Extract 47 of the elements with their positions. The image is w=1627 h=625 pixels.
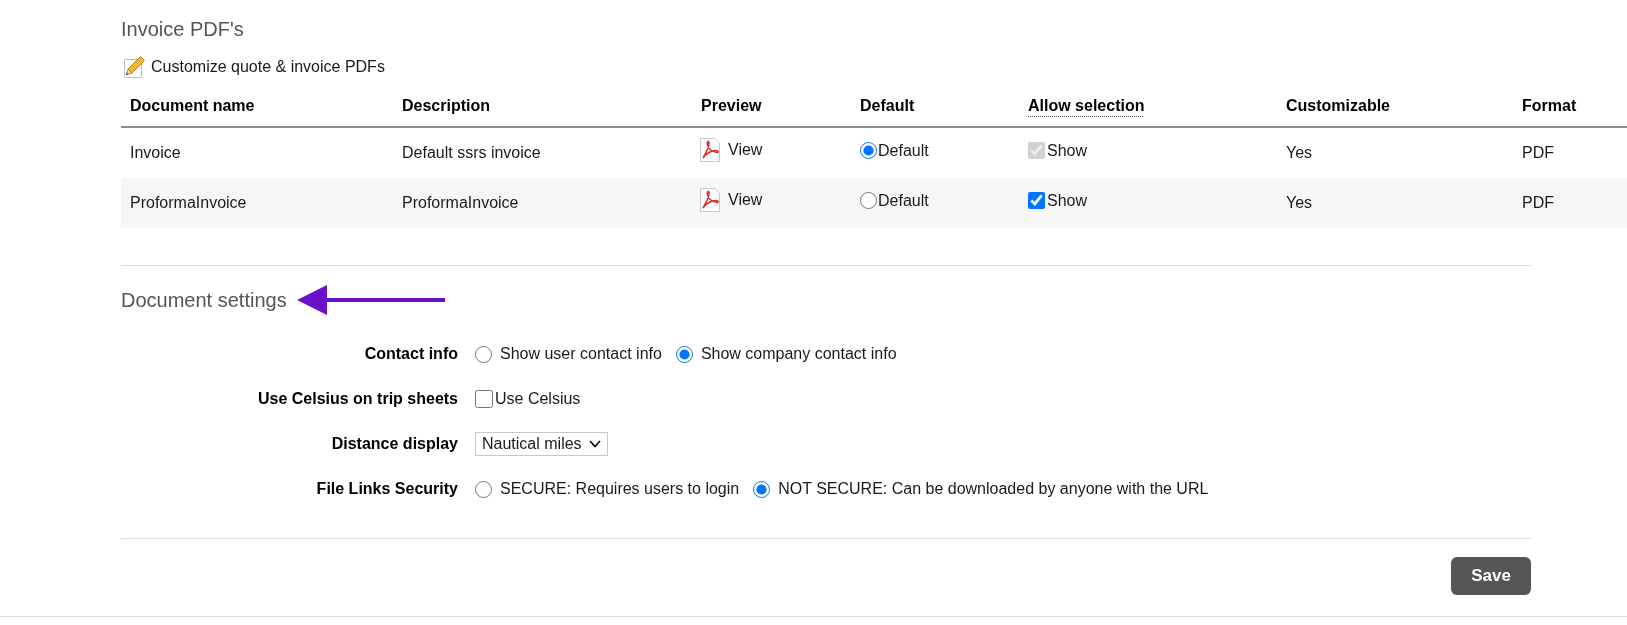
setting-label: File Links Security (315, 479, 458, 499)
pencil-icon (124, 56, 145, 78)
distance-select[interactable]: Nautical miles (475, 432, 608, 456)
section-title: Document settings (121, 288, 287, 312)
setting-label: Use Celsius on trip sheets (256, 389, 458, 409)
table-cell: Default ssrs invoice (393, 127, 692, 178)
radio-button[interactable] (675, 345, 693, 363)
column-header: Document name (121, 88, 393, 127)
column-header: Preview (692, 88, 851, 127)
show-checkbox[interactable] (1028, 192, 1045, 210)
setting-label: Contact info (363, 344, 458, 364)
table-cell: PDF (1513, 178, 1627, 228)
radio-button[interactable] (475, 480, 492, 498)
view-link[interactable]: View (728, 190, 763, 210)
column-header: Allow selection (1019, 88, 1277, 127)
section-title: Invoice PDF's (121, 17, 245, 41)
checkbox-label: Use Celsius (495, 390, 581, 408)
table-cell: ProformaInvoice (393, 178, 692, 228)
customize-pdfs-link[interactable]: Customize quote & invoice PDFs (124, 55, 385, 79)
default-radio[interactable] (860, 192, 877, 210)
pdf-file-icon (699, 188, 721, 212)
column-header: Customizable (1277, 88, 1513, 127)
chevron-down-icon (588, 440, 601, 448)
save-button[interactable]: Save (1451, 557, 1531, 595)
default-radio[interactable] (860, 142, 877, 160)
radio-label: Default (878, 190, 929, 211)
view-link[interactable]: View (728, 140, 763, 160)
setting-label: Distance display (330, 434, 458, 454)
column-header: Format (1513, 88, 1627, 127)
checkbox-label: Show (1047, 190, 1088, 211)
table-cell: Yes (1277, 127, 1513, 178)
table-cell: Invoice (121, 127, 393, 178)
radio-button[interactable] (753, 480, 771, 498)
radio-label: NOT SECURE: Can be downloaded by anyone with the URL (778, 480, 1209, 498)
column-header: Description (393, 88, 692, 127)
table-cell: PDF (1513, 127, 1627, 178)
checkbox-label: Show (1047, 140, 1088, 161)
radio-label: SECURE: Requires users to login (500, 480, 740, 498)
column-header: Default (851, 88, 1019, 127)
radio-label: Show company contact info (700, 345, 897, 363)
radio-label: Show user contact info (500, 345, 662, 363)
radio-button[interactable] (475, 345, 492, 363)
table-cell: ProformaInvoice (121, 178, 393, 228)
table-cell: Yes (1277, 178, 1513, 228)
pdf-file-icon (699, 138, 721, 162)
checkbox[interactable] (475, 390, 493, 408)
radio-label: Default (878, 140, 929, 161)
